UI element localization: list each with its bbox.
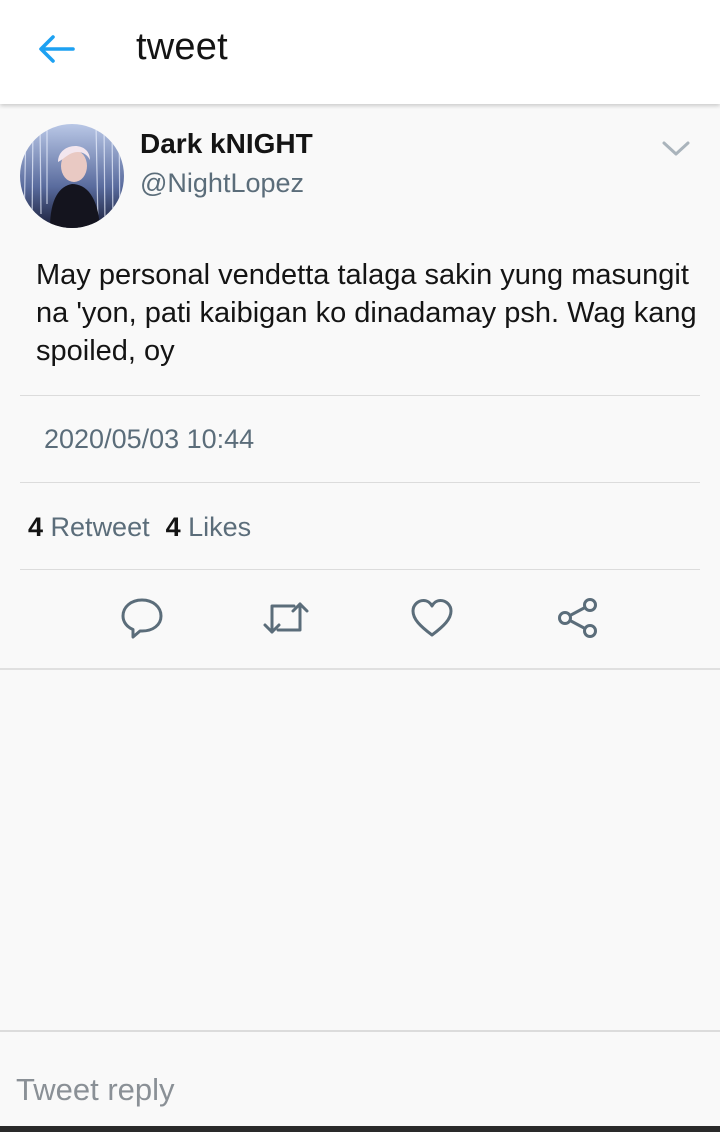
display-name[interactable]: Dark kNIGHT xyxy=(140,128,313,160)
share-button[interactable] xyxy=(554,594,602,642)
avatar-image xyxy=(20,124,124,228)
page-title: tweet xyxy=(136,26,228,68)
tweet-detail-screen: tweet Dark kNIGHT @NightLopez May person… xyxy=(0,0,720,1132)
more-options-button[interactable] xyxy=(660,138,692,160)
tweet-stats: 4 Retweet 4 Likes xyxy=(28,512,251,543)
like-button[interactable] xyxy=(408,594,456,642)
tweet-timestamp: 2020/05/03 10:44 xyxy=(44,424,255,454)
user-handle[interactable]: @NightLopez xyxy=(140,168,304,199)
like-count: 4 xyxy=(165,512,181,542)
retweet-icon xyxy=(263,602,309,634)
share-icon xyxy=(558,598,597,638)
comment-icon xyxy=(121,598,163,639)
tweet-card: Dark kNIGHT @NightLopez May personal ven… xyxy=(0,104,720,670)
retweet-stat[interactable]: 4 Retweet xyxy=(28,512,150,542)
tweet-reply-input[interactable] xyxy=(0,1032,720,1126)
divider xyxy=(20,569,700,570)
retweet-count: 4 xyxy=(28,512,44,542)
reply-button[interactable] xyxy=(118,594,166,642)
input-underline xyxy=(0,1126,720,1132)
back-button[interactable] xyxy=(34,30,78,68)
divider xyxy=(20,482,700,483)
heart-icon xyxy=(411,599,453,637)
avatar[interactable] xyxy=(20,124,124,228)
reply-bar xyxy=(0,1030,720,1132)
divider xyxy=(20,395,700,396)
like-stat[interactable]: 4 Likes xyxy=(166,512,252,542)
chevron-down-icon xyxy=(662,141,690,156)
app-header: tweet xyxy=(0,0,720,104)
tweet-text: May personal vendetta talaga sakin yung … xyxy=(36,259,697,367)
retweet-label: Retweet xyxy=(50,512,150,542)
retweet-button[interactable] xyxy=(262,594,310,642)
arrow-left-icon xyxy=(39,35,75,63)
like-label: Likes xyxy=(188,512,252,542)
